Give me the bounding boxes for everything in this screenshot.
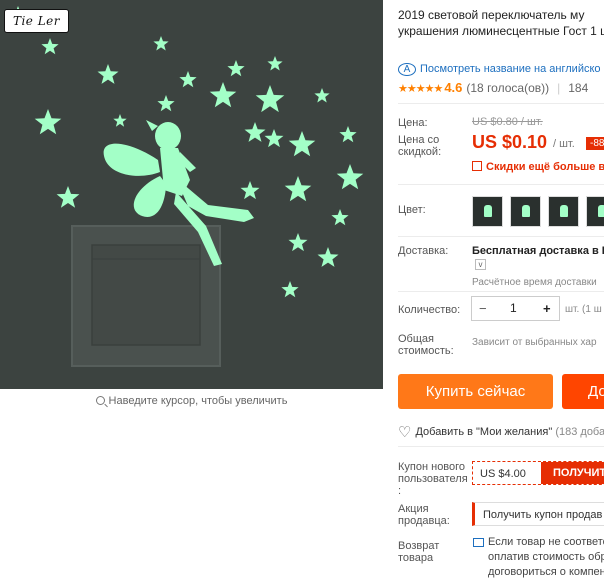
wishlist-text: Добавить в "Мои желания" <box>415 426 553 438</box>
quantity-input[interactable]: 1 <box>510 301 517 316</box>
promo-link[interactable]: Скидки ещё больше в пр <box>472 160 604 173</box>
total-label: Общая стоимость: <box>398 333 454 357</box>
star-shape <box>244 122 266 142</box>
product-title: 2019 световой переключатель му украшения… <box>398 8 604 38</box>
star-shape <box>314 88 330 103</box>
translate-title-link[interactable]: A Посмотреть название на английско <box>398 63 601 76</box>
divider <box>398 103 604 104</box>
quantity-decrease-button[interactable]: − <box>479 301 487 316</box>
shipping-dropdown[interactable]: v <box>475 259 486 270</box>
shipping-option: Бесплатная доставка в Ru <box>472 245 604 257</box>
delivery-time: Расчётное время доставки <box>472 277 597 288</box>
coupon-value: US $4.00 <box>480 468 526 480</box>
star-shape <box>288 131 316 157</box>
promo-text: Скидки ещё больше в пр <box>486 161 604 173</box>
star-shape <box>41 38 59 55</box>
divider <box>398 291 604 292</box>
rating-stars: ★★★★★ <box>398 83 443 95</box>
product-info-panel: 2019 световой переключатель му украшения… <box>398 0 604 582</box>
price-unit: / шт. <box>553 138 575 150</box>
star-shape <box>227 60 245 77</box>
glow-sticker-illustration <box>8 6 364 367</box>
discount-price: US $0.10 <box>472 132 548 152</box>
star-shape <box>317 247 339 267</box>
light-switch-rocker <box>91 244 201 346</box>
price-label: Цена: <box>398 117 428 129</box>
star-shape <box>331 209 349 226</box>
divider <box>398 446 604 447</box>
star-shape <box>336 164 364 190</box>
return-policy-icon <box>473 538 484 547</box>
star-shape <box>209 82 237 108</box>
buy-now-button[interactable]: Купить сейчас <box>398 374 553 409</box>
star-shape <box>255 85 285 113</box>
get-coupon-button[interactable]: ПОЛУЧИТ <box>541 462 604 484</box>
wishlist-count: (183 доба <box>555 426 604 438</box>
star-shape <box>153 36 169 51</box>
quantity-note: шт. (1 ш <box>565 304 602 315</box>
rating-votes: (18 голоса(ов)) <box>466 81 550 95</box>
translate-text: Посмотреть название на английско <box>420 63 601 75</box>
color-label: Цвет: <box>398 204 426 216</box>
star-shape <box>97 64 119 84</box>
star-shape <box>339 126 357 143</box>
return-policy-text: Если товар не соответс оплатив стоимость… <box>488 536 604 578</box>
total-value: Зависит от выбранных хар <box>472 337 597 348</box>
seller-coupon[interactable]: Получить купон продав <box>472 502 604 526</box>
discount-price-label: Цена со скидкой: <box>398 134 442 158</box>
brand-logo: Tie Ler <box>4 9 69 33</box>
discount-badge: -88 <box>586 137 604 150</box>
zoom-hint-text: Наведите курсор, чтобы увеличить <box>108 395 288 407</box>
color-option-1[interactable] <box>472 196 503 227</box>
star-shape <box>264 129 284 148</box>
divider <box>398 236 604 237</box>
return-label: Возврат товара <box>398 540 440 564</box>
magnifier-icon <box>95 396 105 405</box>
star-shape <box>113 114 127 127</box>
star-shape <box>56 186 80 208</box>
star-shape <box>34 109 62 135</box>
star-shape <box>267 56 283 71</box>
divider: | <box>557 81 561 95</box>
seller-promo-label: Акция продавца: <box>398 503 450 527</box>
color-option-3[interactable] <box>548 196 579 227</box>
seller-coupon-button: Получить купон продав <box>483 509 603 521</box>
rating-row[interactable]: ★★★★★ 4.6 (18 голоса(ов)) | 184 <box>398 80 588 95</box>
star-shape <box>179 71 197 88</box>
original-price: US $0.80 / шт. <box>472 116 543 128</box>
new-user-coupon-label: Купон нового пользователя : <box>398 461 468 497</box>
quantity-stepper: − 1 + <box>471 296 560 321</box>
star-shape <box>240 181 260 200</box>
product-main-image[interactable]: Tie Ler <box>0 0 383 389</box>
color-option-4[interactable] <box>586 196 604 227</box>
shipping-label: Доставка: <box>398 245 449 257</box>
star-shape <box>281 281 299 298</box>
zoom-hint: Наведите курсор, чтобы увеличить <box>0 395 383 407</box>
add-to-cart-button[interactable]: До <box>562 374 604 409</box>
star-shape <box>288 233 308 252</box>
quantity-label: Количество: <box>398 304 461 316</box>
gift-icon <box>472 161 482 171</box>
star-shape <box>284 176 312 202</box>
divider <box>398 184 604 185</box>
rating-score: 4.6 <box>444 80 463 95</box>
ai-translate-icon: A <box>398 63 416 76</box>
heart-icon: ♡ <box>398 424 412 441</box>
color-option-2[interactable] <box>510 196 541 227</box>
orders-count: 184 <box>568 81 589 95</box>
star-shape <box>157 95 175 112</box>
wishlist-link[interactable]: ♡ Добавить в "Мои желания" (183 доба <box>398 421 604 441</box>
quantity-increase-button[interactable]: + <box>543 301 551 316</box>
new-user-coupon: US $4.00 ПОЛУЧИТ <box>472 461 604 485</box>
